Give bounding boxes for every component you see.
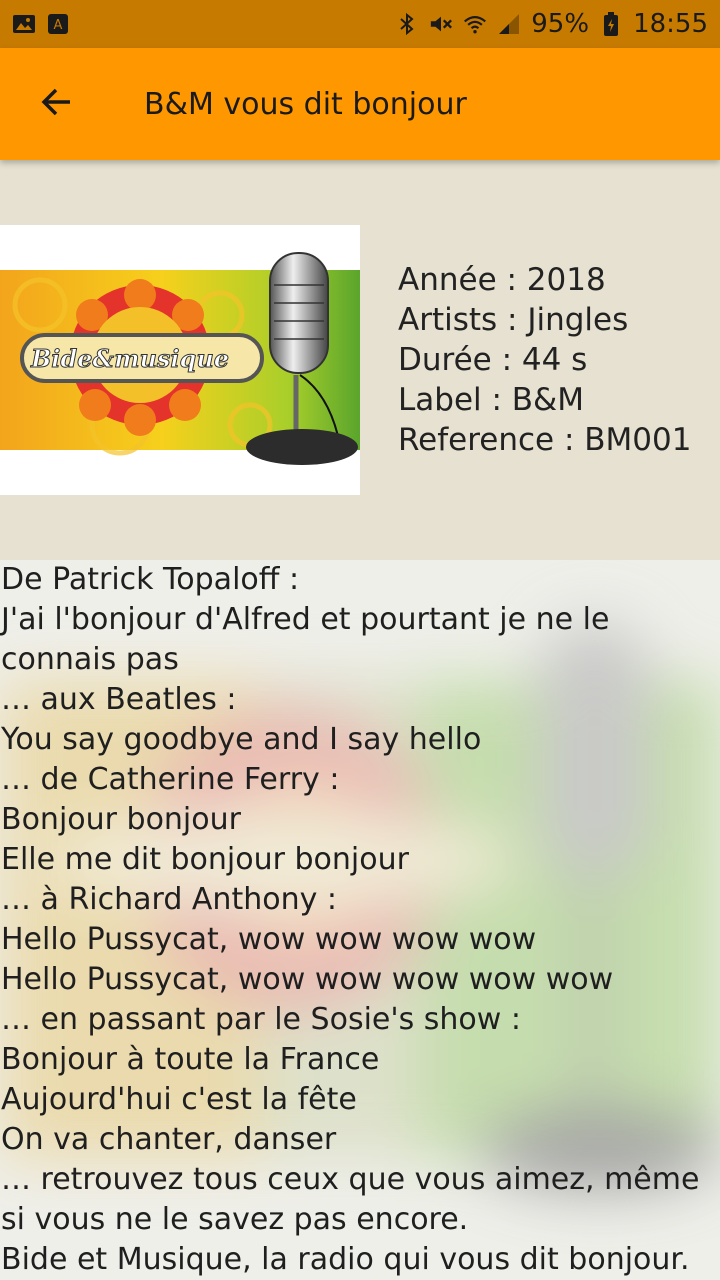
battery-icon [599,12,623,36]
lyrics-text: De Patrick Topaloff : J'ai l'bonjour d'A… [1,562,700,1277]
status-right: 95% 18:55 [395,9,708,39]
lyrics-panel[interactable]: De Patrick Topaloff : J'ai l'bonjour d'A… [0,560,720,1280]
svg-text:A: A [54,18,63,33]
page-title: B&M vous dit bonjour [144,86,467,122]
app-bar: B&M vous dit bonjour [0,48,720,160]
info-artists: Artists : Jingles [398,302,629,338]
image-icon [12,12,36,36]
info-reference: Reference : BM001 [398,422,692,458]
info-year: Année : 2018 [398,262,606,298]
bluetooth-icon [395,12,419,36]
arrow-left-icon [38,84,74,124]
info-label: Label : B&M [398,382,584,418]
signal-icon [497,12,521,36]
logo-text: Bide&musique [30,344,229,373]
back-button[interactable] [0,48,112,160]
status-bar: A 95% 18:55 [0,0,720,48]
status-left: A [12,12,70,36]
cover-image: Bide&musique [0,225,360,495]
info-duration: Durée : 44 s [398,342,588,378]
track-info: Année : 2018 Artists : Jingles Durée : 4… [398,260,691,460]
track-header: Bide&musique Année : 2018 Artists : Jing… [0,160,720,560]
a-badge-icon: A [46,12,70,36]
clock: 18:55 [633,9,708,39]
wifi-icon [463,12,487,36]
mute-icon [429,12,453,36]
battery-percent: 95% [531,9,590,39]
